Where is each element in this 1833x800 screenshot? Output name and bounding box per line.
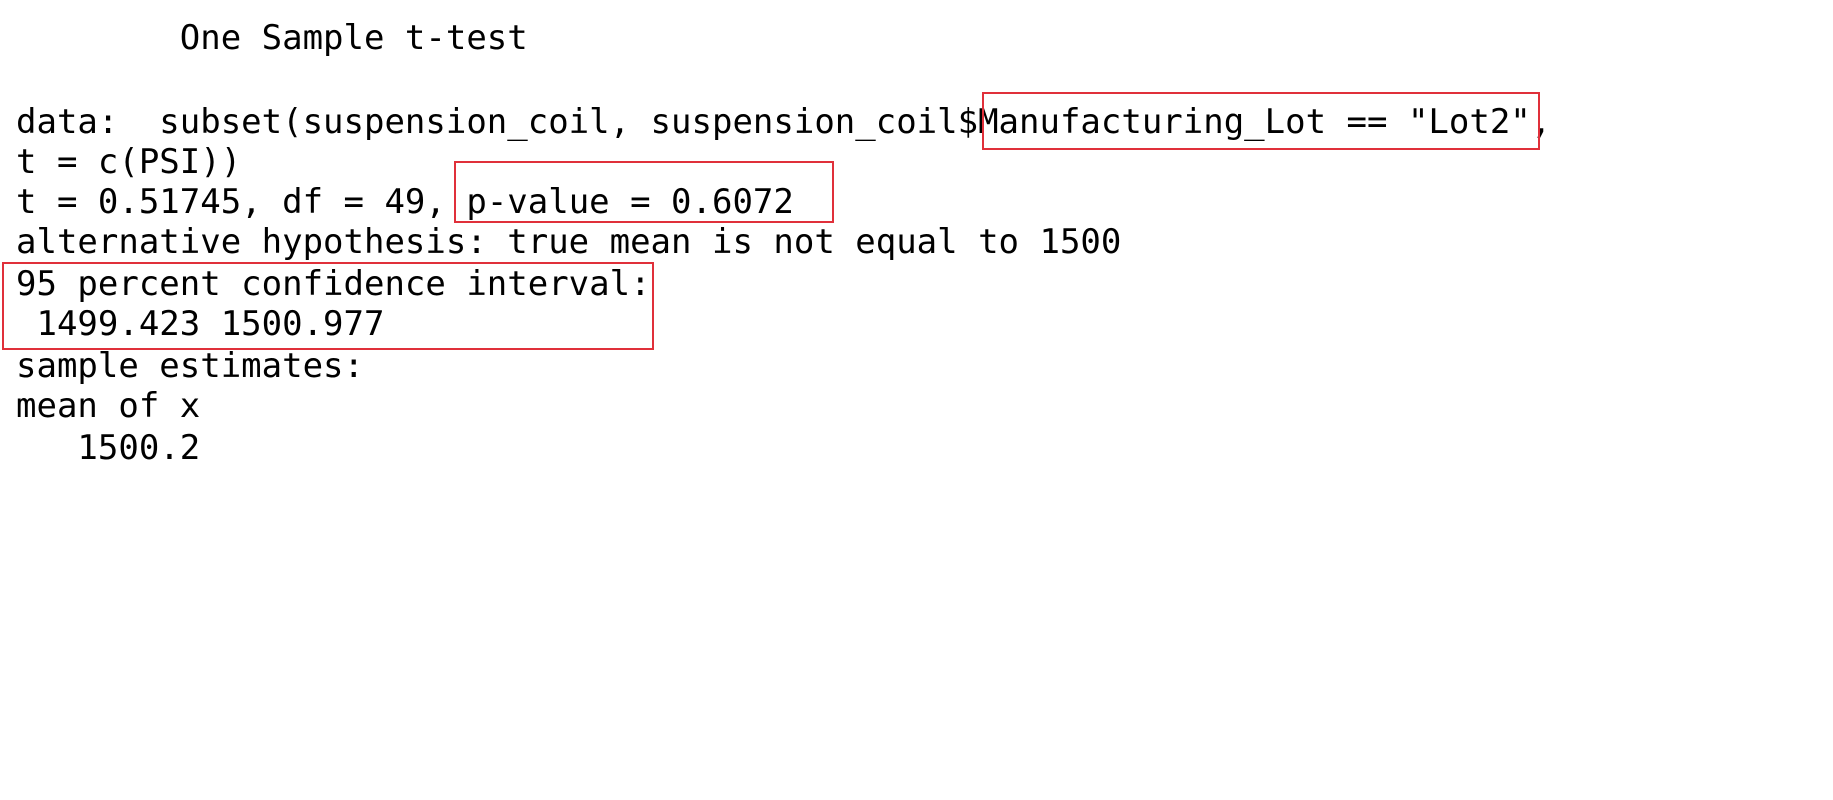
p-value-text: p-value = 0.6072 <box>466 182 794 222</box>
confidence-interval-values: 1499.423 1500.977 <box>16 304 385 344</box>
test-title: One Sample t-test <box>16 18 528 58</box>
statistic-prefix: t = 0.51745, df = 49, <box>16 182 467 222</box>
console-output: One Sample t-test data: subset(suspensio… <box>16 0 1816 576</box>
mean-label: mean of x <box>16 386 201 426</box>
alternative-hypothesis: alternative hypothesis: true mean is not… <box>16 222 1122 262</box>
mean-value: 1500.2 <box>16 428 201 468</box>
data-line: data: subset(suspension_coil, suspension… <box>16 98 1551 146</box>
lot-filter-text: Manufacturing_Lot == "Lot2" <box>978 102 1531 142</box>
data-line-prefix: data: subset(suspension_coil, suspension… <box>16 102 979 142</box>
data-line-suffix: , <box>1530 102 1552 142</box>
